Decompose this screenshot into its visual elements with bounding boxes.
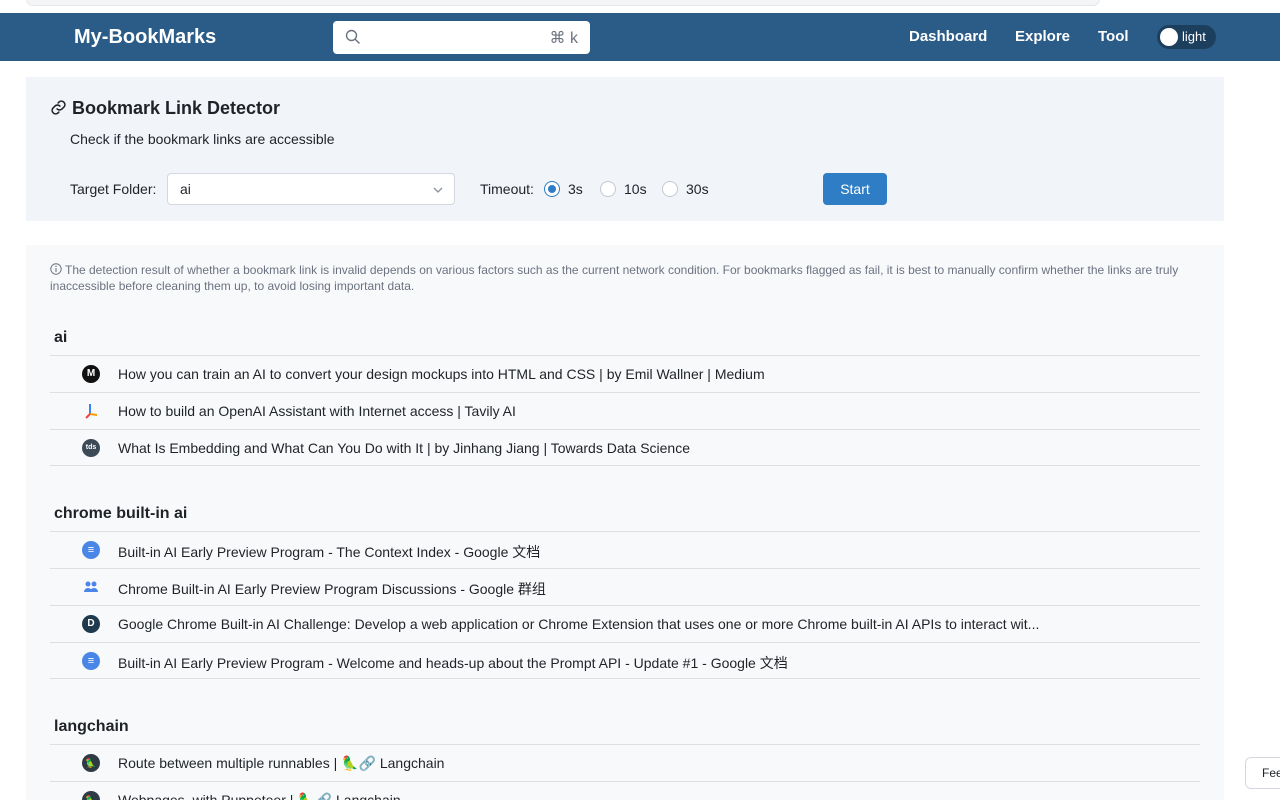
target-folder-value: ai xyxy=(180,181,191,197)
timeout-radio-10s[interactable] xyxy=(600,181,616,197)
navbar: My-BookMarks ⌘ k Dashboard Explore Tool … xyxy=(0,13,1280,61)
top-scroll-bar xyxy=(26,0,1100,6)
detector-panel: Bookmark Link Detector Check if the book… xyxy=(26,77,1224,221)
tds-icon: tds xyxy=(82,439,100,457)
list-item[interactable]: tds What Is Embedding and What Can You D… xyxy=(50,429,1200,466)
target-folder-select[interactable]: ai xyxy=(167,173,455,205)
info-icon xyxy=(50,263,62,275)
medium-icon: M xyxy=(82,365,100,383)
bookmark-group-langchain: langchain 🦜 Route between multiple runna… xyxy=(50,716,1200,800)
bookmark-title[interactable]: What Is Embedding and What Can You Do wi… xyxy=(118,440,690,456)
google-docs-icon: ≡ xyxy=(82,541,100,559)
bookmark-group-ai: ai M How you can train an AI to convert … xyxy=(50,327,1200,466)
list-item[interactable]: D Google Chrome Built-in AI Challenge: D… xyxy=(50,605,1200,642)
list-item[interactable]: How to build an OpenAI Assistant with In… xyxy=(50,392,1200,429)
tavily-icon xyxy=(85,404,98,419)
feedback-button[interactable]: Feedback xyxy=(1245,757,1280,789)
google-docs-icon: ≡ xyxy=(82,652,100,670)
results-panel: The detection result of whether a bookma… xyxy=(26,245,1224,800)
list-item[interactable]: Chrome Built-in AI Early Preview Program… xyxy=(50,568,1200,605)
notice-message: The detection result of whether a bookma… xyxy=(50,263,1179,293)
timeout-radio-label: 30s xyxy=(686,181,709,197)
theme-toggle-label: light xyxy=(1182,29,1206,44)
bookmark-title[interactable]: Chrome Built-in AI Early Preview Program… xyxy=(118,579,546,599)
list-item[interactable]: 🦜 Route between multiple runnables | 🦜🔗 … xyxy=(50,744,1200,781)
list-item[interactable]: M How you can train an AI to convert you… xyxy=(50,355,1200,392)
page-description: Check if the bookmark links are accessib… xyxy=(70,131,335,147)
timeout-radio-label: 10s xyxy=(624,181,647,197)
search-shortcut-hint: ⌘ k xyxy=(549,30,578,47)
timeout-radio-label: 3s xyxy=(568,181,583,197)
langchain-icon: 🦜 xyxy=(82,754,100,772)
google-groups-icon xyxy=(84,581,98,592)
theme-toggle-knob xyxy=(1160,28,1178,46)
langchain-icon: 🦜 xyxy=(82,791,100,800)
list-item[interactable]: ≡ Built-in AI Early Preview Program - We… xyxy=(50,642,1200,679)
bookmark-title[interactable]: Built-in AI Early Preview Program - Welc… xyxy=(118,653,788,673)
timeout-radio-30s[interactable] xyxy=(662,181,678,197)
bookmark-title[interactable]: Built-in AI Early Preview Program - The … xyxy=(118,542,540,562)
brand-logo[interactable]: My-BookMarks xyxy=(74,24,216,50)
bookmark-title[interactable]: Route between multiple runnables | 🦜🔗 La… xyxy=(118,755,444,772)
page-title: Bookmark Link Detector xyxy=(72,98,281,118)
bookmark-title[interactable]: How to build an OpenAI Assistant with In… xyxy=(118,403,516,419)
timeout-label: Timeout: xyxy=(480,181,534,197)
start-button[interactable]: Start xyxy=(823,173,887,205)
nav-link-tool[interactable]: Tool xyxy=(1098,28,1129,46)
devpost-icon: D xyxy=(82,615,100,633)
bookmark-title[interactable]: How you can train an AI to convert your … xyxy=(118,366,765,382)
notice-text: The detection result of whether a bookma… xyxy=(50,262,1190,294)
search-input[interactable]: ⌘ k xyxy=(333,21,590,54)
group-title: chrome built-in ai xyxy=(54,505,188,522)
group-title: langchain xyxy=(54,718,129,735)
bookmark-title[interactable]: Webpages, with Puppeteer | 🦜🔗 Langchain xyxy=(118,792,401,800)
browser-top-strip xyxy=(0,0,1280,13)
nav-link-dashboard[interactable]: Dashboard xyxy=(909,28,987,46)
timeout-radio-3s[interactable] xyxy=(544,181,560,197)
bookmark-group-chrome-built-in-ai: chrome built-in ai ≡ Built-in AI Early P… xyxy=(50,503,1200,679)
target-folder-label: Target Folder: xyxy=(70,181,157,197)
bookmark-title[interactable]: Google Chrome Built-in AI Challenge: Dev… xyxy=(118,616,1039,632)
theme-toggle[interactable]: light xyxy=(1157,25,1216,49)
link-icon xyxy=(51,100,66,115)
list-item[interactable]: ≡ Built-in AI Early Preview Program - Th… xyxy=(50,531,1200,568)
search-icon xyxy=(345,29,360,44)
group-title: ai xyxy=(54,329,68,346)
chevron-down-icon xyxy=(433,187,443,193)
list-item[interactable]: 🦜 Webpages, with Puppeteer | 🦜🔗 Langchai… xyxy=(50,781,1200,800)
nav-link-explore[interactable]: Explore xyxy=(1015,28,1070,46)
